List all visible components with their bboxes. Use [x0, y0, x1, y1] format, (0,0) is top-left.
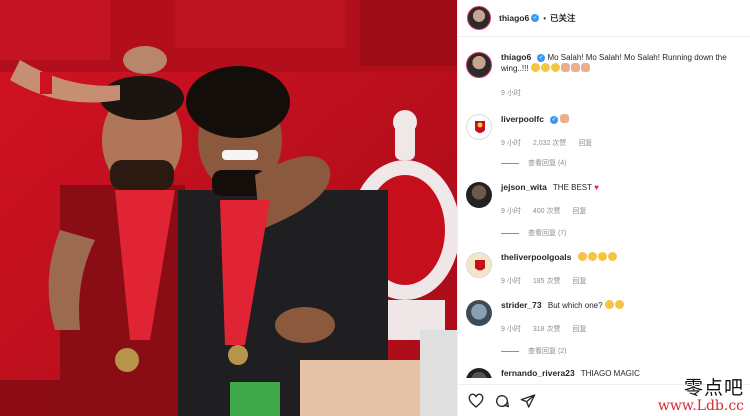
replies-divider — [501, 162, 519, 164]
verified-badge-icon: ✓ — [537, 53, 546, 62]
comment-meta: 9 小时 185 次赞 回复 — [501, 276, 586, 286]
comment-likes[interactable]: 2,032 次赞 — [533, 138, 566, 148]
reply-button[interactable]: 回复 — [572, 324, 586, 334]
view-replies-label: 查看回复 (2) — [528, 348, 567, 355]
view-replies-label: 查看回复 (4) — [528, 160, 567, 167]
reply-button[interactable]: 回复 — [578, 138, 592, 148]
comment-text: THIAGO MAGIC — [580, 369, 640, 378]
comment-time: 9 小时 — [501, 208, 521, 215]
comment-username[interactable]: strider_73 — [501, 300, 542, 310]
replies-divider — [501, 350, 519, 352]
post-photo[interactable] — [0, 0, 457, 416]
verified-badge-icon: ✓ — [549, 115, 558, 124]
caption-avatar[interactable] — [466, 52, 492, 78]
watermark-title: 零点吧 — [683, 377, 744, 399]
comment-meta: 9 小时 2,032 次赞 回复 — [501, 138, 592, 148]
jejson-avatar[interactable] — [466, 182, 492, 208]
comment-meta: 9 小时 400 次赞 回复 — [501, 206, 586, 216]
fernando-avatar[interactable] — [466, 368, 492, 378]
author-username[interactable]: thiago6 — [499, 13, 529, 23]
comment-time: 9 小时 — [501, 278, 521, 285]
view-replies-button[interactable]: 查看回复 (4) — [501, 158, 567, 168]
comment-item: strider_73 But which one? — [466, 300, 744, 326]
heart-icon[interactable] — [468, 393, 484, 409]
reply-button[interactable]: 回复 — [572, 276, 586, 286]
liverbird-crest-icon — [475, 260, 485, 271]
post-header: thiago6 ✓ • 已关注 — [458, 0, 750, 37]
comment-likes[interactable]: 400 次赞 — [533, 206, 561, 216]
caption-time: 9 小时 — [501, 90, 521, 97]
comment-icon[interactable] — [494, 393, 510, 409]
comment-username[interactable]: jejson_wita — [501, 182, 547, 192]
post-side-panel: thiago6 ✓ • 已关注 thiago6 ✓ Mo Salah! Mo Sa… — [457, 0, 750, 416]
verified-badge-icon: ✓ — [531, 14, 540, 22]
laughing-emoji-icon — [530, 63, 561, 73]
comment-likes[interactable]: 318 次赞 — [533, 324, 561, 334]
site-watermark: 零点吧 www.Ldb.cc — [658, 378, 744, 414]
caption-username[interactable]: thiago6 — [501, 52, 531, 62]
comment-time: 9 小时 — [501, 140, 521, 147]
comment-text: But which one? — [547, 301, 603, 310]
author-avatar[interactable] — [467, 6, 491, 30]
view-replies-button[interactable]: 查看回复 (7) — [501, 228, 567, 238]
liverpoolfc-avatar[interactable] — [466, 114, 492, 140]
view-replies-button[interactable]: 查看回复 (2) — [501, 346, 567, 356]
share-icon[interactable] — [520, 393, 536, 409]
comment-meta: 9 小时 318 次赞 回复 — [501, 324, 586, 334]
laughing-emoji-icon — [577, 252, 618, 262]
caption-meta: 9 小时 — [501, 88, 521, 98]
comment-username[interactable]: liverpoolfc — [501, 114, 544, 124]
separator-dot: • — [543, 13, 547, 23]
comment-username[interactable]: theliverpoolgoals — [501, 252, 571, 262]
view-replies-label: 查看回复 (7) — [528, 230, 567, 237]
comment-time: 9 小时 — [501, 326, 521, 333]
strider-avatar[interactable] — [466, 300, 492, 326]
comment-likes[interactable]: 185 次赞 — [533, 276, 561, 286]
replies-divider — [501, 232, 519, 234]
comments-list[interactable]: thiago6 ✓ Mo Salah! Mo Salah! Mo Salah! R… — [458, 38, 750, 378]
photo-illustration — [0, 0, 457, 416]
comment-item: theliverpoolgoals — [466, 252, 744, 278]
comment-item: jejson_wita THE BEST ♥ — [466, 182, 744, 208]
comment-text: THE BEST — [552, 183, 592, 192]
red-heart-emoji-icon: ♥ — [594, 183, 599, 193]
reply-button[interactable]: 回复 — [572, 206, 586, 216]
grimace-emoji-icon — [560, 114, 570, 124]
following-button[interactable]: 已关注 — [550, 12, 576, 24]
liverbird-crest-icon — [475, 121, 485, 133]
comment-item: liverpoolfc ✓ — [466, 114, 744, 140]
comment-username[interactable]: fernando_rivera23 — [501, 368, 575, 378]
laughing-emoji-icon — [604, 300, 625, 310]
praying-hands-emoji-icon — [560, 63, 591, 73]
theliverpoolgoals-avatar[interactable] — [466, 252, 492, 278]
watermark-url: www.Ldb.cc — [657, 398, 744, 414]
caption: thiago6 ✓ Mo Salah! Mo Salah! Mo Salah! R… — [466, 52, 744, 78]
